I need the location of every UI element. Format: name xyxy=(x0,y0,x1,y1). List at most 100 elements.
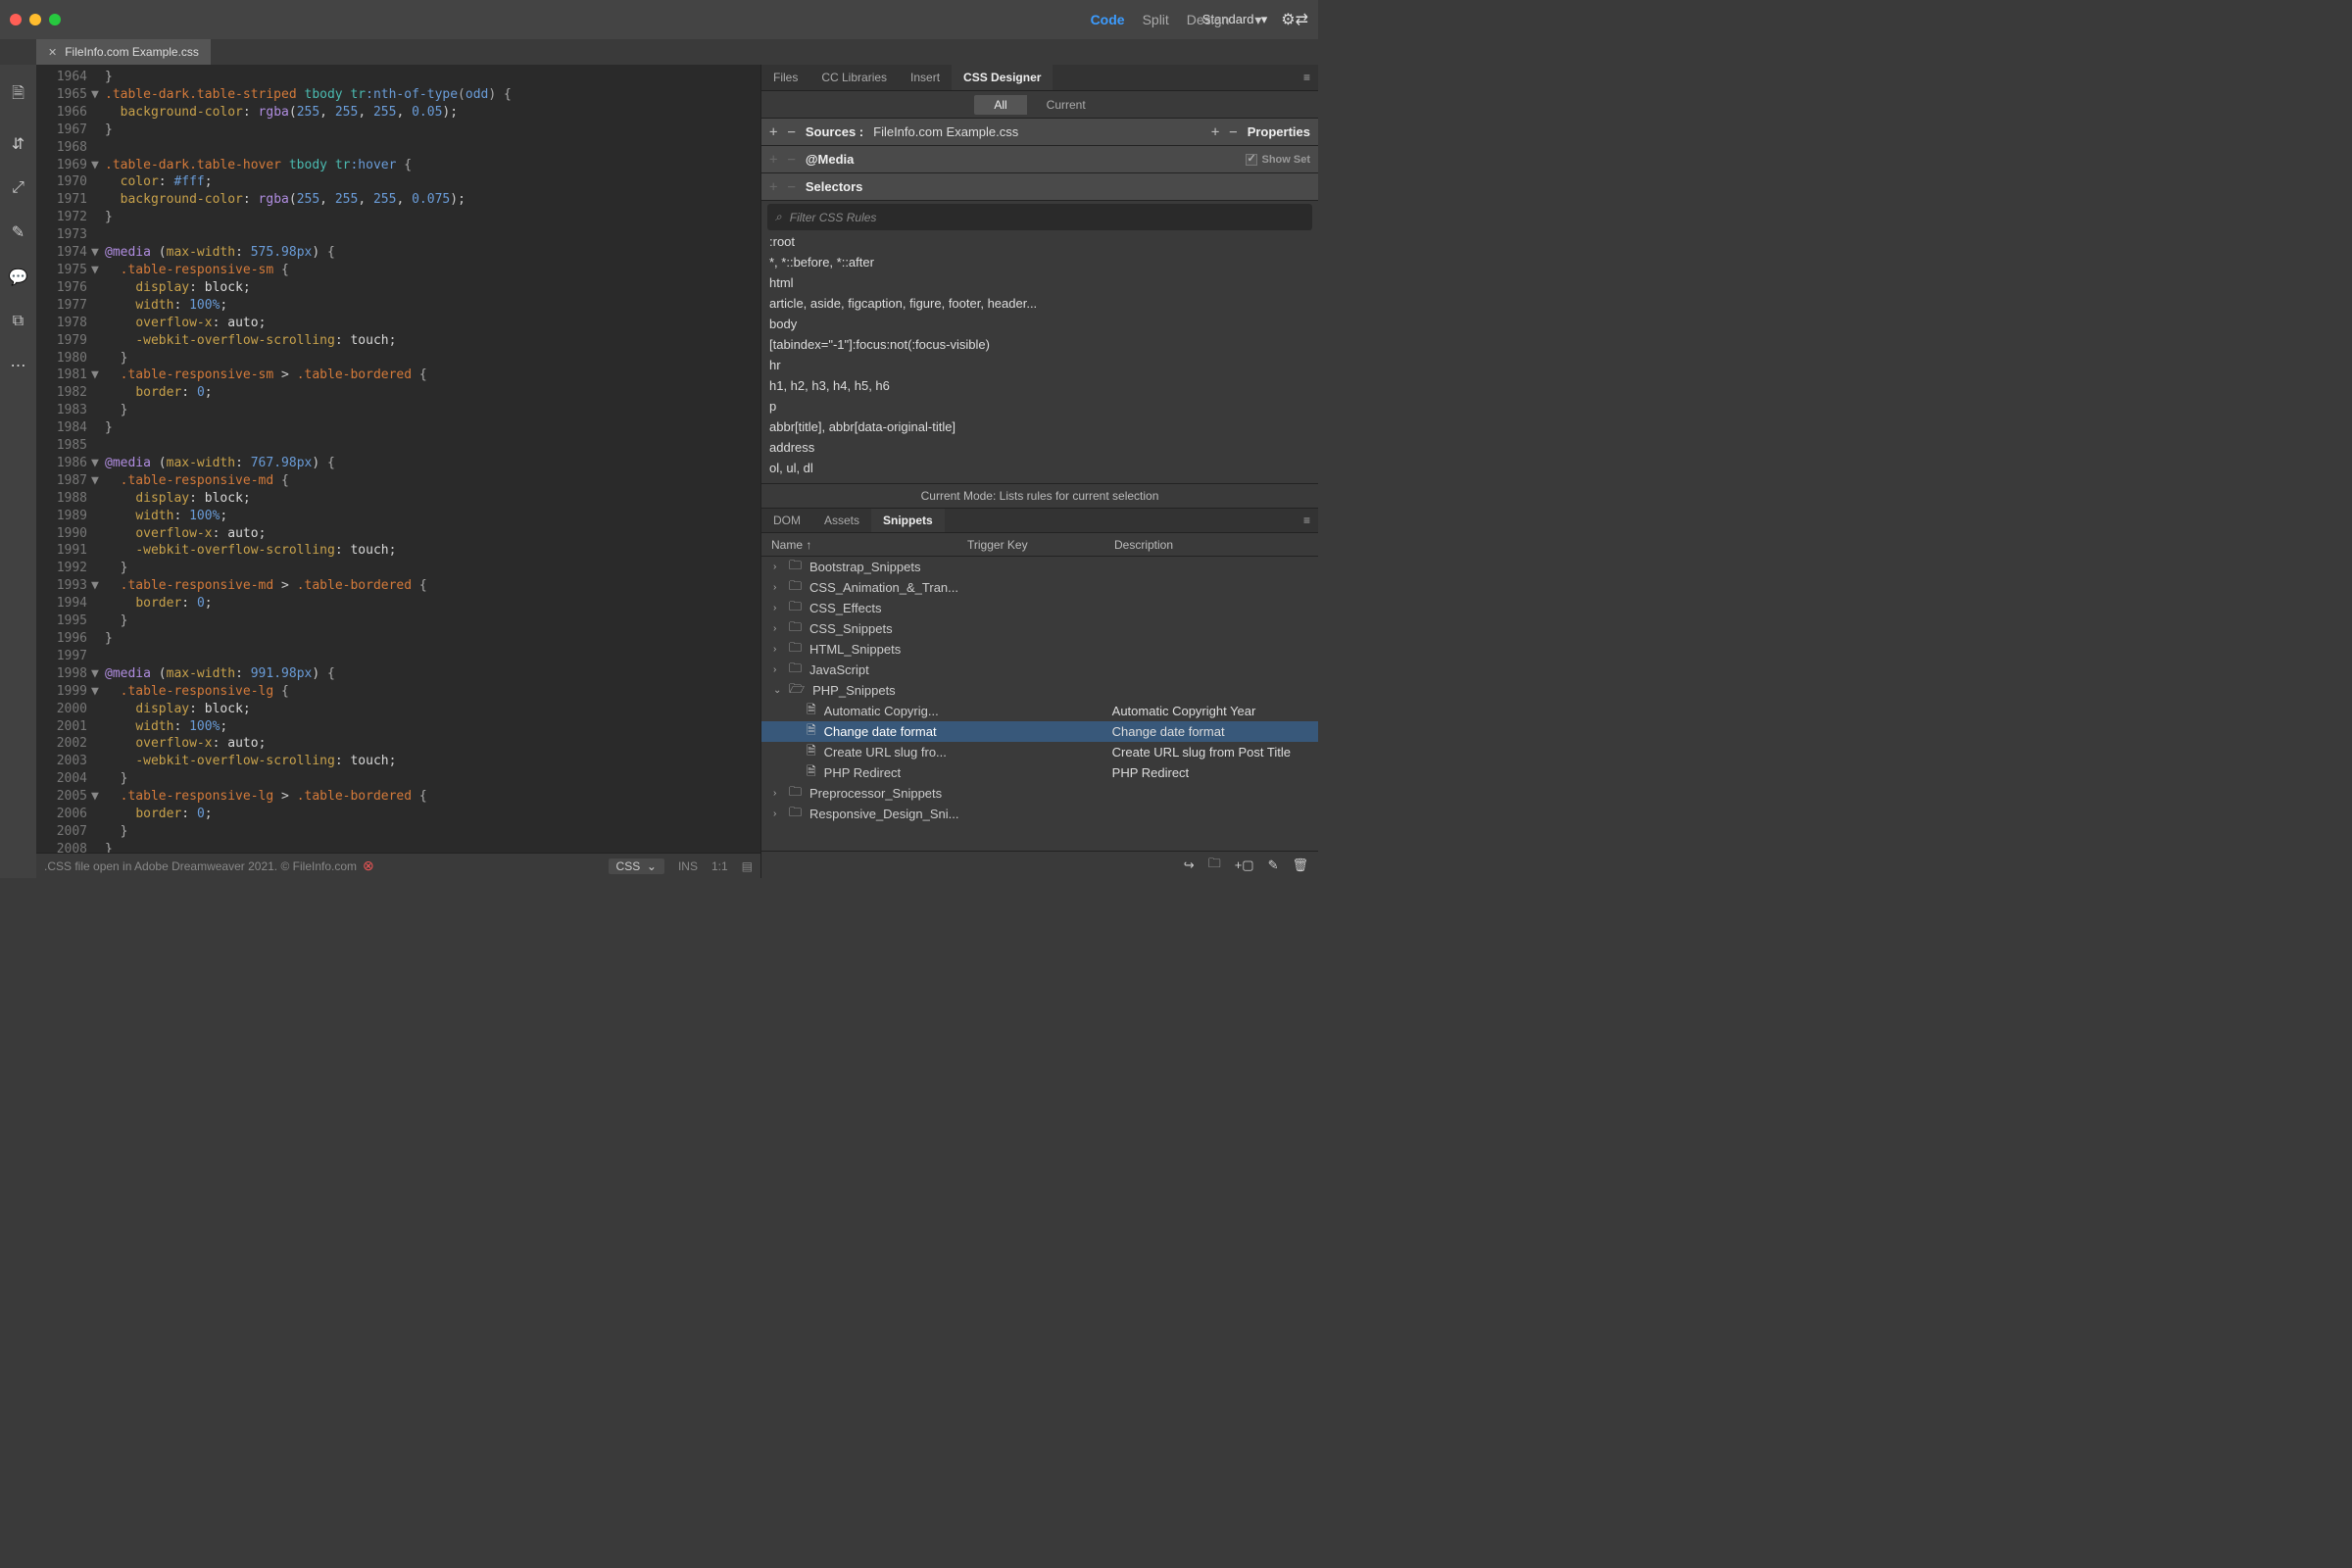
add-source-icon[interactable]: + xyxy=(769,124,777,140)
tab-assets[interactable]: Assets xyxy=(812,509,871,532)
disclosure-icon[interactable]: › xyxy=(773,582,781,593)
snippet-file[interactable]: 🗎Create URL slug fro...Create URL slug f… xyxy=(761,742,1318,762)
selector-item[interactable]: [tabindex="-1"]:focus:not(:focus-visible… xyxy=(769,337,1310,352)
fold-icon[interactable] xyxy=(91,560,105,577)
code-content[interactable]: -webkit-overflow-scrolling: touch; xyxy=(105,332,396,350)
fold-icon[interactable] xyxy=(91,350,105,368)
fold-icon[interactable] xyxy=(91,525,105,543)
disclosure-icon[interactable]: › xyxy=(773,664,781,675)
fold-icon[interactable] xyxy=(91,490,105,508)
code-content[interactable]: background-color: rgba(255, 255, 255, 0.… xyxy=(105,191,466,209)
snippet-file[interactable]: 🗎PHP RedirectPHP Redirect xyxy=(761,762,1318,783)
col-trigger[interactable]: Trigger Key xyxy=(967,538,1114,552)
sync-settings-icon[interactable]: ⚙⇄ xyxy=(1281,10,1308,29)
fold-icon[interactable]: ▼ xyxy=(91,665,105,683)
code-content[interactable]: } xyxy=(105,770,127,788)
snippet-folder[interactable]: ›🗀HTML_Snippets xyxy=(761,639,1318,660)
snippet-folder[interactable]: ›🗀CSS_Animation_&_Tran... xyxy=(761,577,1318,598)
code-content[interactable]: -webkit-overflow-scrolling: touch; xyxy=(105,753,396,770)
fold-icon[interactable] xyxy=(91,122,105,139)
new-snippet-icon[interactable]: +▢ xyxy=(1235,858,1254,873)
filter-input[interactable]: ⌕ Filter CSS Rules xyxy=(767,204,1312,230)
fold-icon[interactable] xyxy=(91,542,105,560)
fold-icon[interactable] xyxy=(91,823,105,841)
fold-icon[interactable] xyxy=(91,279,105,297)
insert-mode[interactable]: INS xyxy=(678,859,698,873)
fold-icon[interactable]: ▼ xyxy=(91,367,105,384)
code-content[interactable]: .table-responsive-lg > .table-bordered { xyxy=(105,788,427,806)
code-content[interactable]: .table-responsive-lg { xyxy=(105,683,289,701)
fold-icon[interactable] xyxy=(91,718,105,736)
fold-icon[interactable] xyxy=(91,209,105,226)
disclosure-icon[interactable]: › xyxy=(773,644,781,655)
close-tab-icon[interactable]: ✕ xyxy=(48,46,57,59)
file-manage-icon[interactable]: ⇵ xyxy=(12,134,24,154)
edit-snippet-icon[interactable]: ✎ xyxy=(1268,858,1279,873)
col-description[interactable]: Description xyxy=(1114,538,1308,552)
new-folder-icon[interactable]: 🗀 xyxy=(1208,855,1221,876)
fold-icon[interactable] xyxy=(91,735,105,753)
snippet-icon[interactable]: ⧉ xyxy=(13,313,24,330)
more-icon[interactable]: ⋯ xyxy=(11,356,26,375)
code-content[interactable]: } xyxy=(105,823,127,841)
fold-icon[interactable]: ▼ xyxy=(91,683,105,701)
snippet-file[interactable]: 🗎Change date formatChange date format xyxy=(761,721,1318,742)
show-set-checkbox[interactable] xyxy=(1246,154,1257,166)
tab-design[interactable]: Design xyxy=(1187,12,1230,28)
code-content[interactable]: display: block; xyxy=(105,279,251,297)
tab-dom[interactable]: DOM xyxy=(761,509,812,532)
code-content[interactable]: overflow-x: auto; xyxy=(105,525,266,543)
tab-cc-libraries[interactable]: CC Libraries xyxy=(809,65,899,90)
toggle-all[interactable]: All xyxy=(974,95,1026,115)
remove-property-icon[interactable]: − xyxy=(1229,124,1237,140)
code-content[interactable]: width: 100%; xyxy=(105,297,227,315)
fold-icon[interactable] xyxy=(91,648,105,665)
add-selector-icon[interactable]: + xyxy=(769,179,777,195)
fold-icon[interactable]: ▼ xyxy=(91,157,105,174)
fold-icon[interactable]: ▼ xyxy=(91,86,105,104)
fold-icon[interactable] xyxy=(91,437,105,455)
selector-item[interactable]: :root xyxy=(769,234,1310,249)
add-media-icon[interactable]: + xyxy=(769,152,777,168)
code-content[interactable]: color: #fff; xyxy=(105,173,213,191)
code-content[interactable]: .table-responsive-sm { xyxy=(105,262,289,279)
selector-item[interactable]: html xyxy=(769,275,1310,290)
code-content[interactable]: } xyxy=(105,419,113,437)
code-content[interactable]: } xyxy=(105,122,113,139)
disclosure-icon[interactable]: › xyxy=(773,788,781,799)
code-content[interactable]: } xyxy=(105,350,127,368)
selector-item[interactable]: abbr[title], abbr[data-original-title] xyxy=(769,419,1310,434)
disclosure-icon[interactable]: › xyxy=(773,562,781,572)
code-content[interactable]: .table-dark.table-striped tbody tr:nth-o… xyxy=(105,86,512,104)
tab-css-designer[interactable]: CSS Designer xyxy=(952,65,1053,90)
selector-item[interactable]: ol, ul, dl xyxy=(769,461,1310,475)
fold-icon[interactable]: ▼ xyxy=(91,577,105,595)
expand-icon[interactable]: ⤢ xyxy=(12,179,24,197)
selector-item[interactable]: article, aside, figcaption, figure, foot… xyxy=(769,296,1310,311)
fold-icon[interactable] xyxy=(91,612,105,630)
language-selector[interactable]: CSS ⌄ xyxy=(609,858,664,874)
fold-icon[interactable] xyxy=(91,297,105,315)
snippet-folder[interactable]: ›🗀CSS_Effects xyxy=(761,598,1318,618)
col-name[interactable]: Name ↑ xyxy=(771,538,967,552)
code-content[interactable]: } xyxy=(105,630,113,648)
fold-icon[interactable]: ▼ xyxy=(91,262,105,279)
close-icon[interactable] xyxy=(10,14,22,25)
file-icon[interactable]: 🗎 xyxy=(12,82,24,109)
fold-icon[interactable] xyxy=(91,701,105,718)
fold-icon[interactable] xyxy=(91,69,105,86)
fold-icon[interactable] xyxy=(91,226,105,244)
code-content[interactable]: width: 100%; xyxy=(105,508,227,525)
fold-icon[interactable]: ▼ xyxy=(91,788,105,806)
selector-item[interactable]: h1, h2, h3, h4, h5, h6 xyxy=(769,378,1310,393)
fold-icon[interactable] xyxy=(91,139,105,157)
remove-media-icon[interactable]: − xyxy=(787,152,795,168)
code-content[interactable]: border: 0; xyxy=(105,806,213,823)
code-content[interactable]: .table-responsive-md > .table-bordered { xyxy=(105,577,427,595)
selector-item[interactable]: body xyxy=(769,317,1310,331)
snippet-folder[interactable]: ›🗀CSS_Snippets xyxy=(761,618,1318,639)
code-content[interactable]: } xyxy=(105,69,113,86)
fold-icon[interactable] xyxy=(91,402,105,419)
code-content[interactable]: } xyxy=(105,841,113,853)
snippet-folder[interactable]: ›🗀JavaScript xyxy=(761,660,1318,680)
